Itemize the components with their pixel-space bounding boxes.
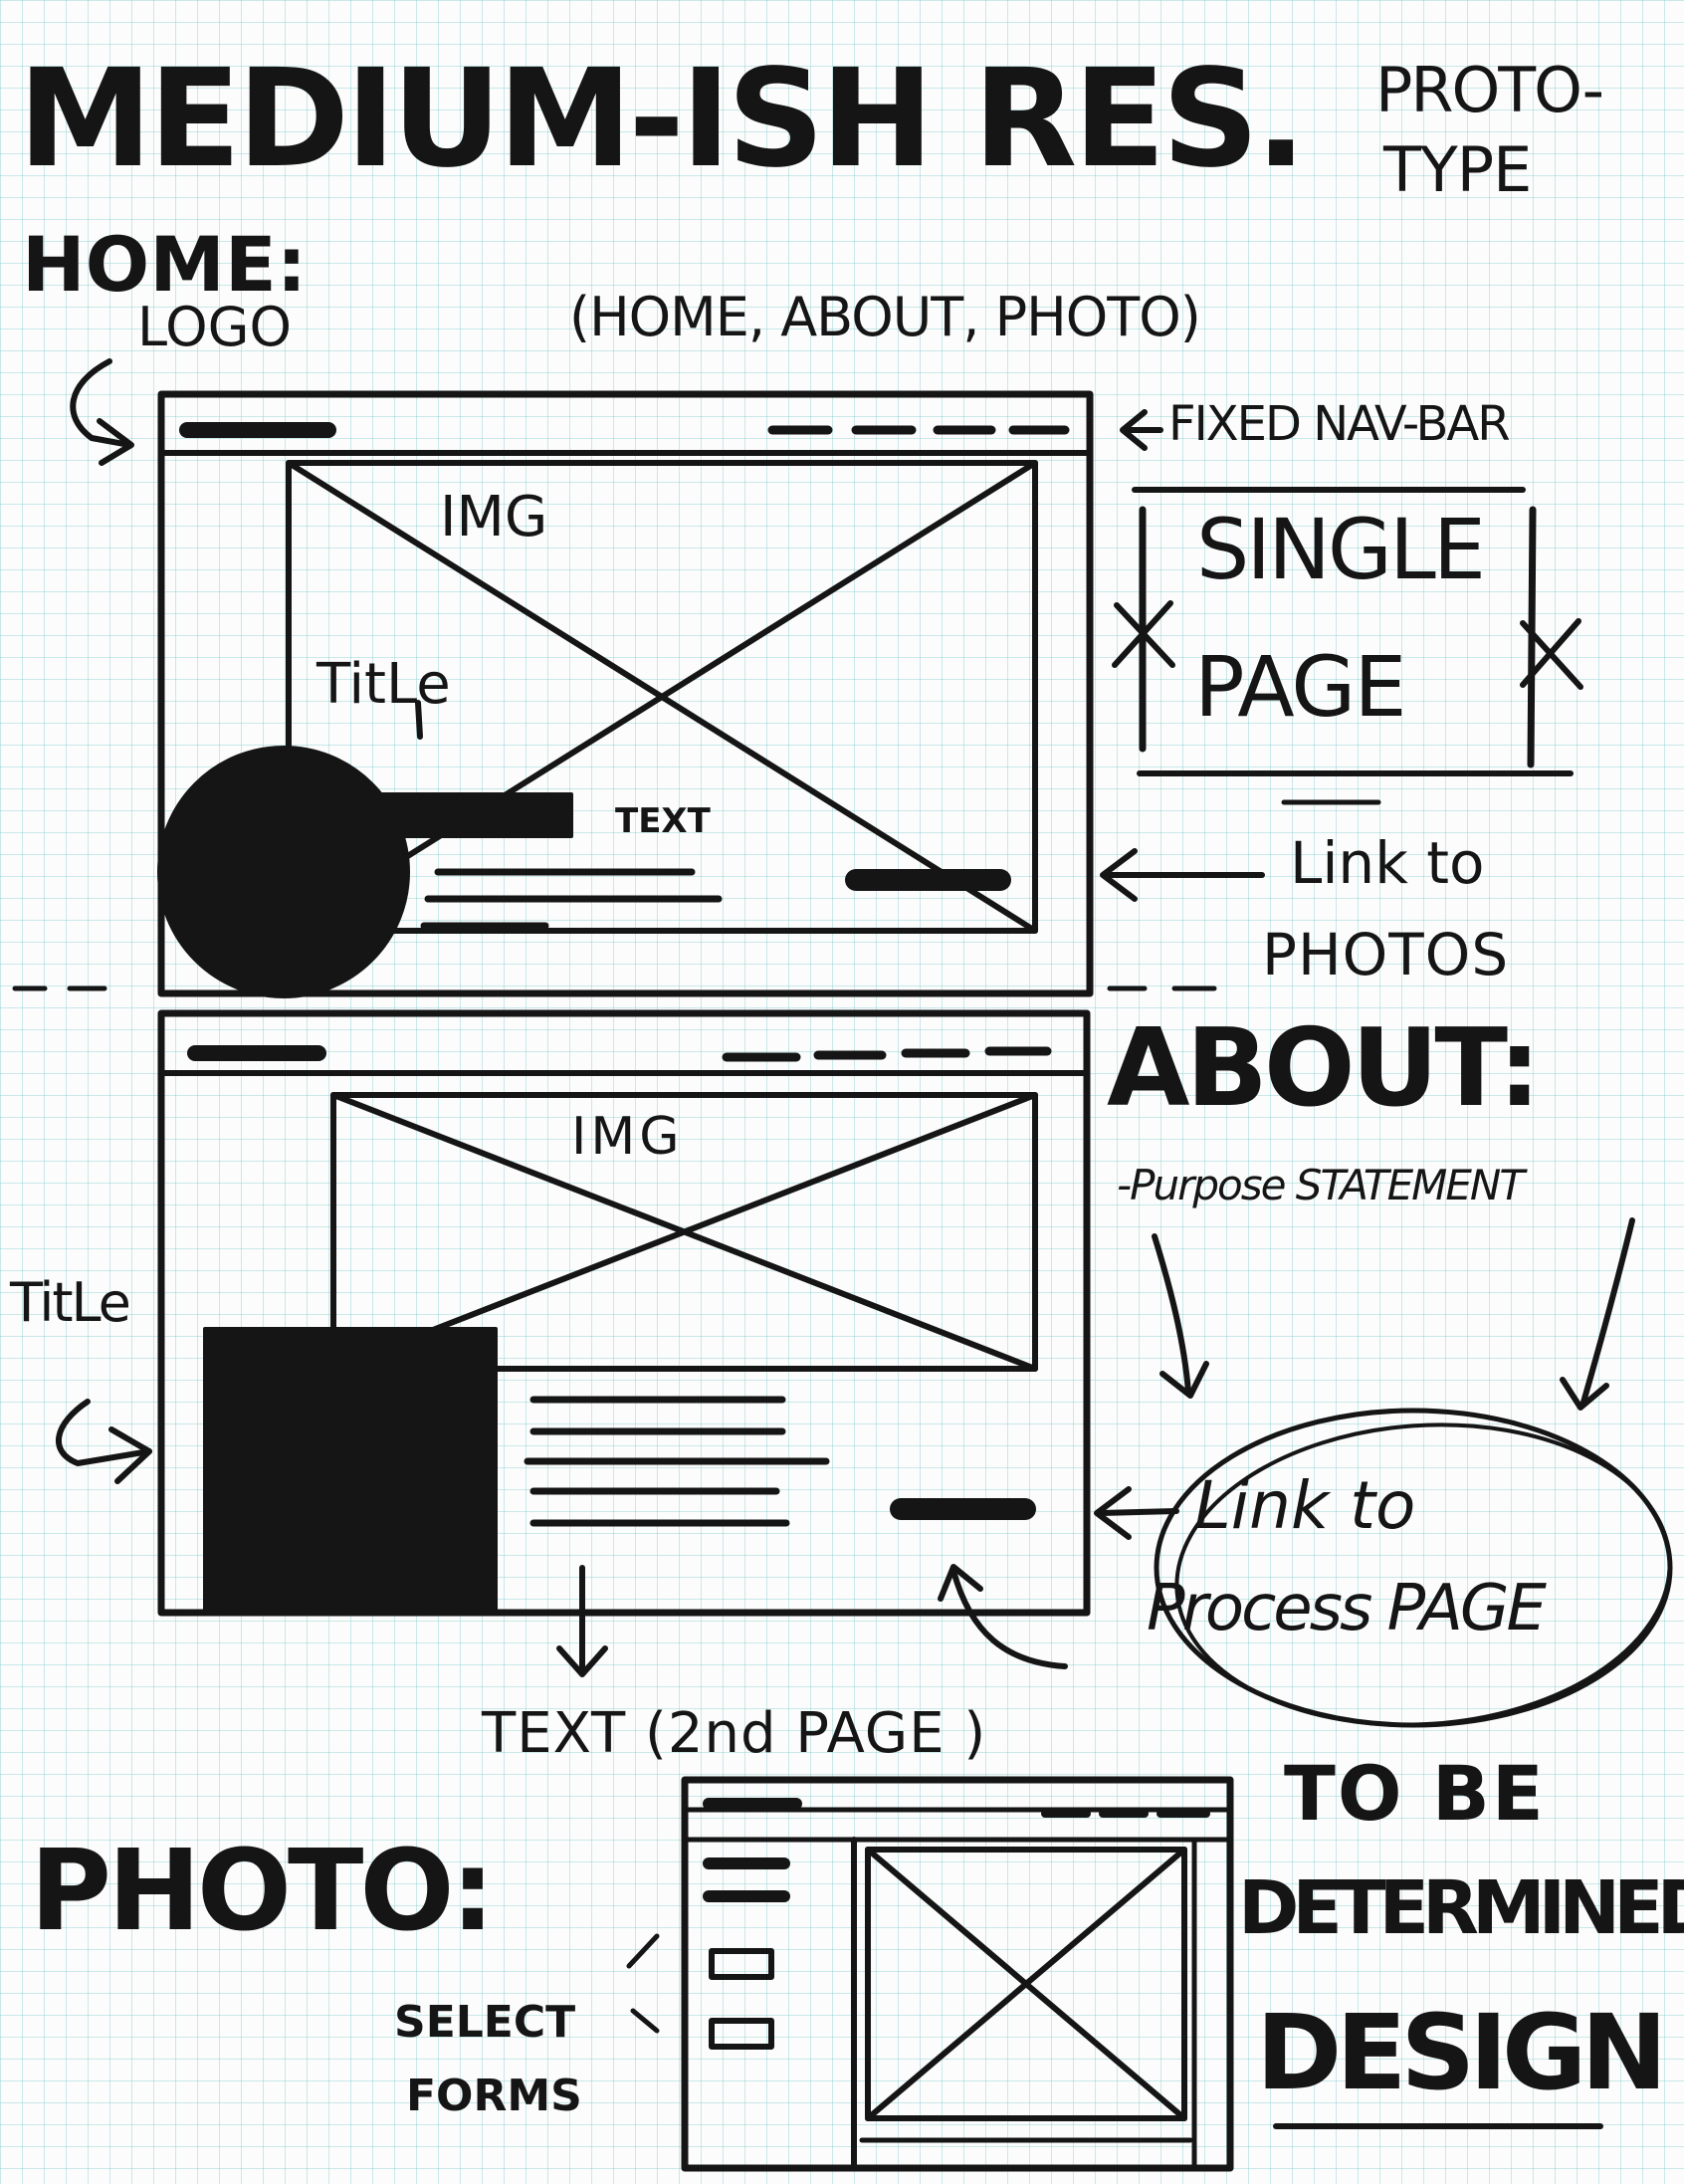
home-wireframe: [70, 358, 1381, 998]
purpose-arrow-left: [1152, 1233, 1191, 1395]
photos-link-line2: PHOTOS: [1262, 921, 1510, 988]
select-pointer: [626, 1933, 660, 1969]
single-page-line1: SINGLE: [1196, 501, 1486, 598]
about-heading: ABOUT:: [1107, 1006, 1541, 1131]
select-forms-line2: FORMS: [406, 2071, 582, 2121]
purpose-arrow-right: [1579, 1217, 1635, 1409]
page-title: MEDIUM-ISH RES.: [18, 41, 1307, 198]
process-link-line1: Link to: [1194, 1467, 1416, 1544]
select-forms-line1: SELECT: [394, 1997, 576, 2048]
single-page-line2: PAGE: [1194, 638, 1406, 736]
home-title-circle: [157, 746, 410, 998]
process-link-line2: Process PAGE: [1147, 1572, 1547, 1645]
nav-items-label: (HOME, ABOUT, PHOTO): [569, 286, 1201, 348]
tbd-line1: TO BE: [1284, 1749, 1546, 1838]
about-img-label: IMG: [571, 1107, 684, 1167]
tbd-line3: DESIGN: [1256, 1992, 1667, 2113]
photo-select-box: [709, 2018, 774, 2050]
process-link-arrow: [1098, 1508, 1179, 1516]
text-second-page-label: TEXT (2nd PAGE ): [482, 1701, 987, 1766]
process-button-arrow: [950, 1568, 1068, 1669]
home-title-label: TitLe: [316, 652, 451, 717]
home-title-block: [229, 792, 573, 838]
home-img-label: IMG: [440, 485, 548, 549]
photo-heading: PHOTO:: [30, 1827, 495, 1956]
logo-pointer-arrow: [70, 358, 132, 448]
about-title-label: TitLe: [10, 1271, 131, 1334]
proto-label-line1: PROTO-: [1375, 54, 1604, 126]
about-title-pointer: [55, 1399, 152, 1466]
logo-label: LOGO: [137, 296, 293, 358]
photos-link-line1: Link to: [1290, 829, 1485, 897]
photo-select-box: [709, 1948, 774, 1980]
tbd-line2: DETERMINED: [1238, 1865, 1684, 1951]
select-pointer: [630, 2008, 660, 2034]
about-purpose: -Purpose STATEMENT: [1117, 1161, 1525, 1209]
fixed-nav-label: FIXED NAV-BAR: [1168, 396, 1511, 452]
home-text-label: TEXT: [615, 801, 711, 841]
proto-label-line2: TYPE: [1383, 133, 1532, 206]
about-title-panel: [203, 1327, 498, 1615]
home-heading: HOME:: [22, 220, 308, 309]
